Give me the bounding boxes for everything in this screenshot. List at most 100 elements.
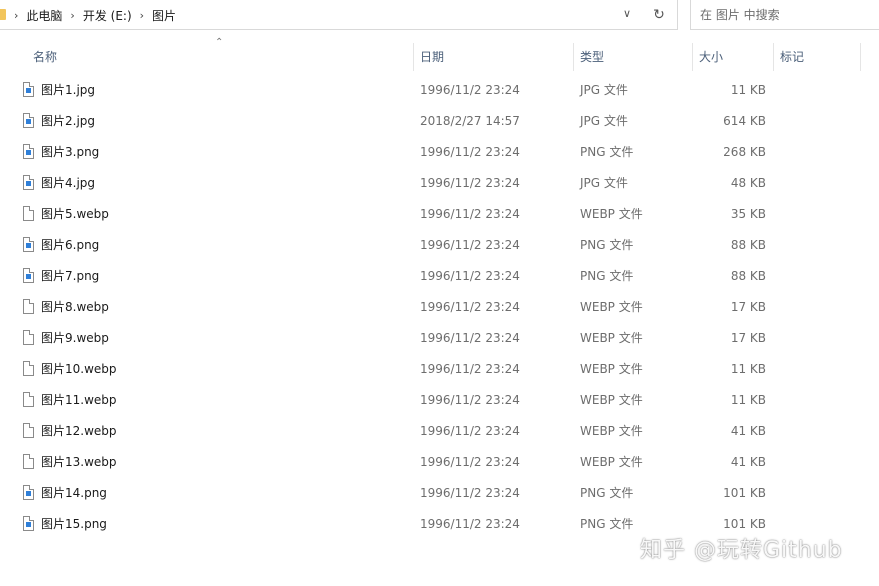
file-date: 2018/2/27 14:57 xyxy=(420,114,520,128)
column-header: 名称 日期 类型 大小 标记 xyxy=(0,43,879,71)
chevron-down-icon[interactable]: ∨ xyxy=(619,6,635,22)
file-type: WEBP 文件 xyxy=(580,207,643,221)
file-name: 图片15.png xyxy=(41,517,107,531)
file-type: WEBP 文件 xyxy=(580,424,643,438)
image-file-icon xyxy=(23,268,34,283)
file-row[interactable]: 图片2.jpg 2018/2/27 14:57 JPG 文件 614 KB xyxy=(0,106,879,137)
file-date: 1996/11/2 23:24 xyxy=(420,269,520,283)
file-size: 101 KB xyxy=(723,486,766,500)
file-type: JPG 文件 xyxy=(580,114,628,128)
file-type: PNG 文件 xyxy=(580,238,634,252)
file-date: 1996/11/2 23:24 xyxy=(420,362,520,376)
chevron-right-icon[interactable]: › xyxy=(12,9,20,22)
file-date: 1996/11/2 23:24 xyxy=(420,424,520,438)
file-size: 88 KB xyxy=(730,269,766,283)
image-file-icon xyxy=(23,516,34,531)
file-size: 11 KB xyxy=(730,83,766,97)
file-size: 614 KB xyxy=(723,114,766,128)
file-type: JPG 文件 xyxy=(580,176,628,190)
image-badge-icon xyxy=(26,522,31,527)
column-size[interactable]: 大小 xyxy=(693,43,773,71)
file-date: 1996/11/2 23:24 xyxy=(420,393,520,407)
image-badge-icon xyxy=(26,88,31,93)
column-type[interactable]: 类型 xyxy=(574,43,692,71)
file-date: 1996/11/2 23:24 xyxy=(420,145,520,159)
file-icon xyxy=(23,361,34,376)
file-row[interactable]: 图片3.png 1996/11/2 23:24 PNG 文件 268 KB xyxy=(0,137,879,168)
column-divider[interactable] xyxy=(860,43,861,71)
file-row[interactable]: 图片1.jpg 1996/11/2 23:24 JPG 文件 11 KB xyxy=(0,75,879,106)
file-row[interactable]: 图片5.webp 1996/11/2 23:24 WEBP 文件 35 KB xyxy=(0,199,879,230)
file-date: 1996/11/2 23:24 xyxy=(420,176,520,190)
file-icon xyxy=(23,206,34,221)
breadcrumb-item[interactable]: 开发 (E:) xyxy=(83,7,132,24)
file-date: 1996/11/2 23:24 xyxy=(420,455,520,469)
breadcrumb-item[interactable]: 此电脑 xyxy=(26,7,62,24)
file-row[interactable]: 图片4.jpg 1996/11/2 23:24 JPG 文件 48 KB xyxy=(0,168,879,199)
file-type: PNG 文件 xyxy=(580,269,634,283)
file-size: 41 KB xyxy=(730,455,766,469)
file-name: 图片2.jpg xyxy=(41,114,96,128)
file-row[interactable]: 图片9.webp 1996/11/2 23:24 WEBP 文件 17 KB xyxy=(0,323,879,354)
address-bar[interactable]: › 此电脑 › 开发 (E:) › 图片 ∨ ↻ xyxy=(0,0,678,30)
search-placeholder: 在 图片 中搜索 xyxy=(700,8,780,22)
image-badge-icon xyxy=(26,181,31,186)
file-name: 图片11.webp xyxy=(41,393,117,407)
file-size: 35 KB xyxy=(730,207,766,221)
column-date[interactable]: 日期 xyxy=(414,43,573,71)
file-name: 图片6.png xyxy=(41,238,100,252)
file-size: 17 KB xyxy=(730,331,766,345)
image-file-icon xyxy=(23,237,34,252)
file-date: 1996/11/2 23:24 xyxy=(420,207,520,221)
file-type: JPG 文件 xyxy=(580,83,628,97)
column-tags[interactable]: 标记 xyxy=(774,43,860,71)
image-file-icon xyxy=(23,82,34,97)
file-date: 1996/11/2 23:24 xyxy=(420,486,520,500)
file-row[interactable]: 图片13.webp 1996/11/2 23:24 WEBP 文件 41 KB xyxy=(0,447,879,478)
column-date-label: 日期 xyxy=(420,50,445,64)
image-file-icon xyxy=(23,144,34,159)
file-type: PNG 文件 xyxy=(580,517,634,531)
breadcrumb: › 此电脑 › 开发 (E:) › 图片 xyxy=(12,0,176,30)
image-badge-icon xyxy=(26,243,31,248)
file-type: WEBP 文件 xyxy=(580,300,643,314)
file-name: 图片5.webp xyxy=(41,207,109,221)
file-name: 图片4.jpg xyxy=(41,176,96,190)
file-icon xyxy=(23,392,34,407)
file-name: 图片12.webp xyxy=(41,424,117,438)
breadcrumb-item[interactable]: 图片 xyxy=(152,7,176,24)
chevron-right-icon[interactable]: › xyxy=(138,9,146,22)
image-badge-icon xyxy=(26,491,31,496)
file-type: WEBP 文件 xyxy=(580,331,643,345)
file-size: 41 KB xyxy=(730,424,766,438)
file-date: 1996/11/2 23:24 xyxy=(420,300,520,314)
file-row[interactable]: 图片14.png 1996/11/2 23:24 PNG 文件 101 KB xyxy=(0,478,879,509)
watermark: 知乎 @玩转Github xyxy=(640,538,843,563)
column-size-label: 大小 xyxy=(699,50,724,64)
image-badge-icon xyxy=(26,119,31,124)
file-size: 17 KB xyxy=(730,300,766,314)
file-name: 图片9.webp xyxy=(41,331,109,345)
file-row[interactable]: 图片11.webp 1996/11/2 23:24 WEBP 文件 11 KB xyxy=(0,385,879,416)
search-input[interactable]: 在 图片 中搜索 xyxy=(690,0,879,30)
file-type: PNG 文件 xyxy=(580,486,634,500)
file-row[interactable]: 图片8.webp 1996/11/2 23:24 WEBP 文件 17 KB xyxy=(0,292,879,323)
image-file-icon xyxy=(23,175,34,190)
file-icon xyxy=(23,330,34,345)
file-name: 图片8.webp xyxy=(41,300,109,314)
image-file-icon xyxy=(23,113,34,128)
file-name: 图片1.jpg xyxy=(41,83,96,97)
image-badge-icon xyxy=(26,274,31,279)
top-bar: › 此电脑 › 开发 (E:) › 图片 ∨ ↻ 在 图片 中搜索 xyxy=(0,0,879,32)
file-type: WEBP 文件 xyxy=(580,455,643,469)
column-name-label: 名称 xyxy=(33,50,58,64)
file-type: WEBP 文件 xyxy=(580,362,643,376)
file-name: 图片14.png xyxy=(41,486,107,500)
file-row[interactable]: 图片10.webp 1996/11/2 23:24 WEBP 文件 11 KB xyxy=(0,354,879,385)
file-row[interactable]: 图片6.png 1996/11/2 23:24 PNG 文件 88 KB xyxy=(0,230,879,261)
file-row[interactable]: 图片12.webp 1996/11/2 23:24 WEBP 文件 41 KB xyxy=(0,416,879,447)
refresh-icon[interactable]: ↻ xyxy=(650,6,668,24)
chevron-right-icon[interactable]: › xyxy=(68,9,76,22)
file-row[interactable]: 图片7.png 1996/11/2 23:24 PNG 文件 88 KB xyxy=(0,261,879,292)
file-type: WEBP 文件 xyxy=(580,393,643,407)
